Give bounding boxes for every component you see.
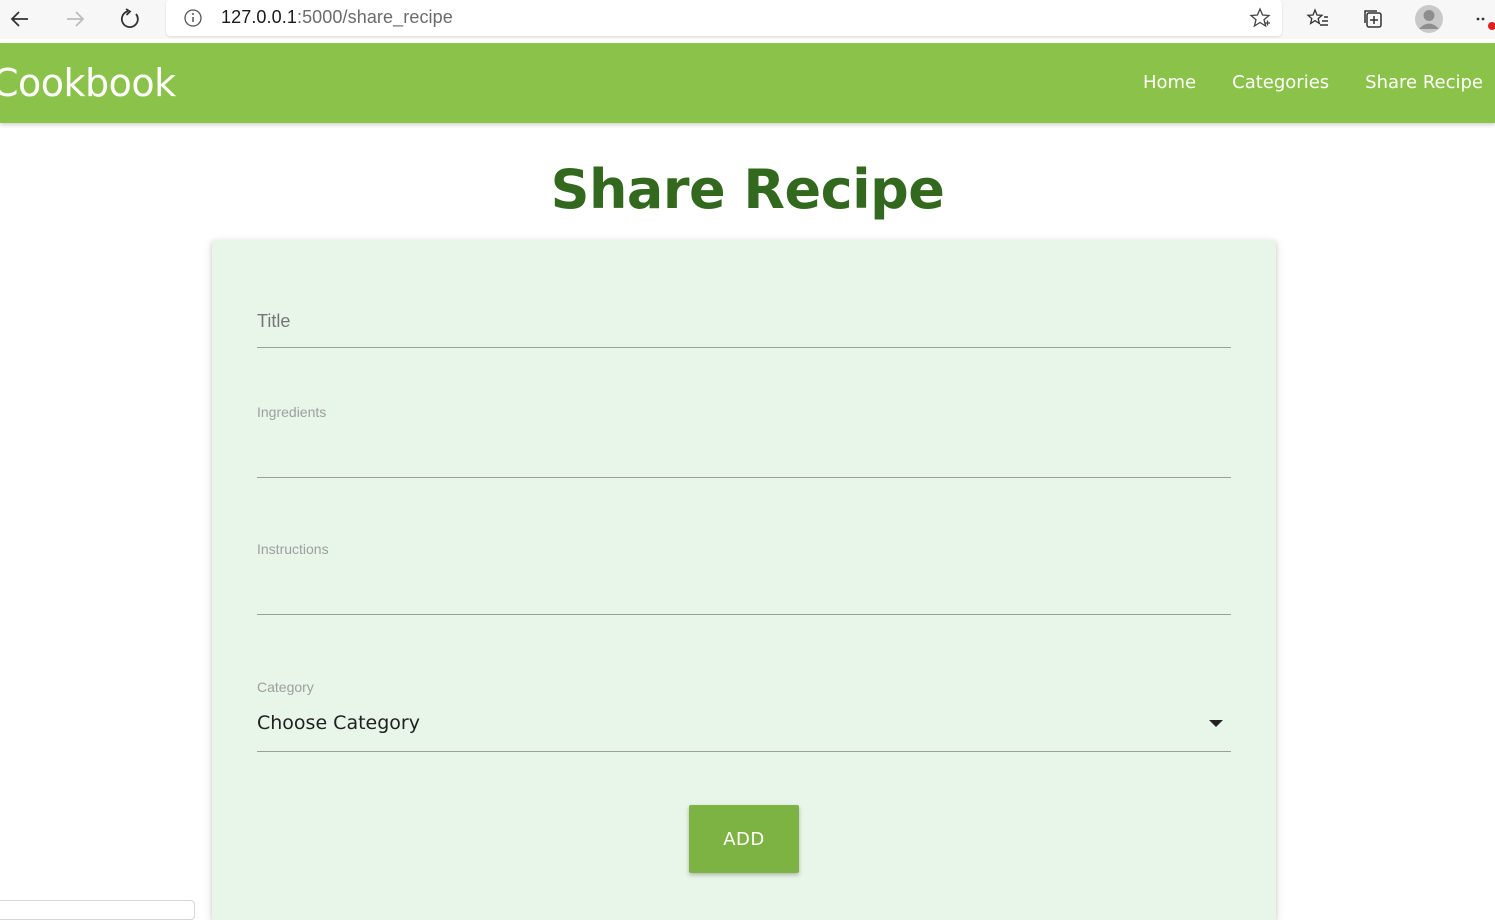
- back-icon[interactable]: [4, 3, 36, 35]
- url-text: 127.0.0.1:5000/share_recipe: [221, 7, 453, 28]
- ingredients-field[interactable]: Ingredients: [257, 404, 1231, 478]
- site-navbar: Cookbook Home Categories Share Recipe: [0, 43, 1495, 123]
- chevron-down-icon[interactable]: [1209, 720, 1223, 727]
- info-icon[interactable]: [182, 7, 204, 29]
- title-underline: [257, 347, 1231, 348]
- nav-link-categories[interactable]: Categories: [1214, 43, 1347, 123]
- instructions-textarea[interactable]: [257, 569, 1231, 609]
- add-button[interactable]: ADD: [689, 805, 799, 873]
- nav-link-home[interactable]: Home: [1125, 43, 1214, 123]
- ingredients-label: Ingredients: [257, 404, 327, 420]
- collections-icon[interactable]: [1357, 3, 1389, 35]
- page-title: Share Recipe: [550, 158, 945, 221]
- more-icon[interactable]: [1466, 3, 1495, 35]
- profile-icon[interactable]: [1413, 3, 1445, 35]
- ingredients-textarea[interactable]: [257, 432, 1231, 472]
- brand-logo[interactable]: Cookbook: [0, 61, 176, 105]
- browser-toolbar: 127.0.0.1:5000/share_recipe: [0, 0, 1495, 39]
- category-select[interactable]: Category Choose Category: [257, 679, 1231, 752]
- favorites-icon[interactable]: [1302, 3, 1334, 35]
- category-selected-value[interactable]: Choose Category: [257, 712, 420, 734]
- category-underline: [257, 751, 1231, 752]
- instructions-underline: [257, 614, 1231, 615]
- title-field[interactable]: [257, 300, 1231, 348]
- status-bar: [0, 900, 195, 920]
- forward-icon[interactable]: [59, 3, 91, 35]
- instructions-label: Instructions: [257, 541, 329, 557]
- title-input[interactable]: [257, 306, 1231, 336]
- ingredients-underline: [257, 477, 1231, 478]
- category-label: Category: [257, 679, 314, 695]
- share-recipe-form: Ingredients Instructions Category Choose…: [212, 240, 1276, 920]
- url-path: :5000/share_recipe: [296, 7, 453, 27]
- star-icon[interactable]: [1248, 6, 1272, 30]
- nav-links: Home Categories Share Recipe: [1125, 43, 1483, 123]
- url-host: 127.0.0.1: [221, 7, 297, 27]
- nav-link-share-recipe[interactable]: Share Recipe: [1347, 43, 1483, 123]
- address-bar[interactable]: 127.0.0.1:5000/share_recipe: [166, 0, 1282, 36]
- refresh-icon[interactable]: [114, 3, 146, 35]
- instructions-field[interactable]: Instructions: [257, 541, 1231, 615]
